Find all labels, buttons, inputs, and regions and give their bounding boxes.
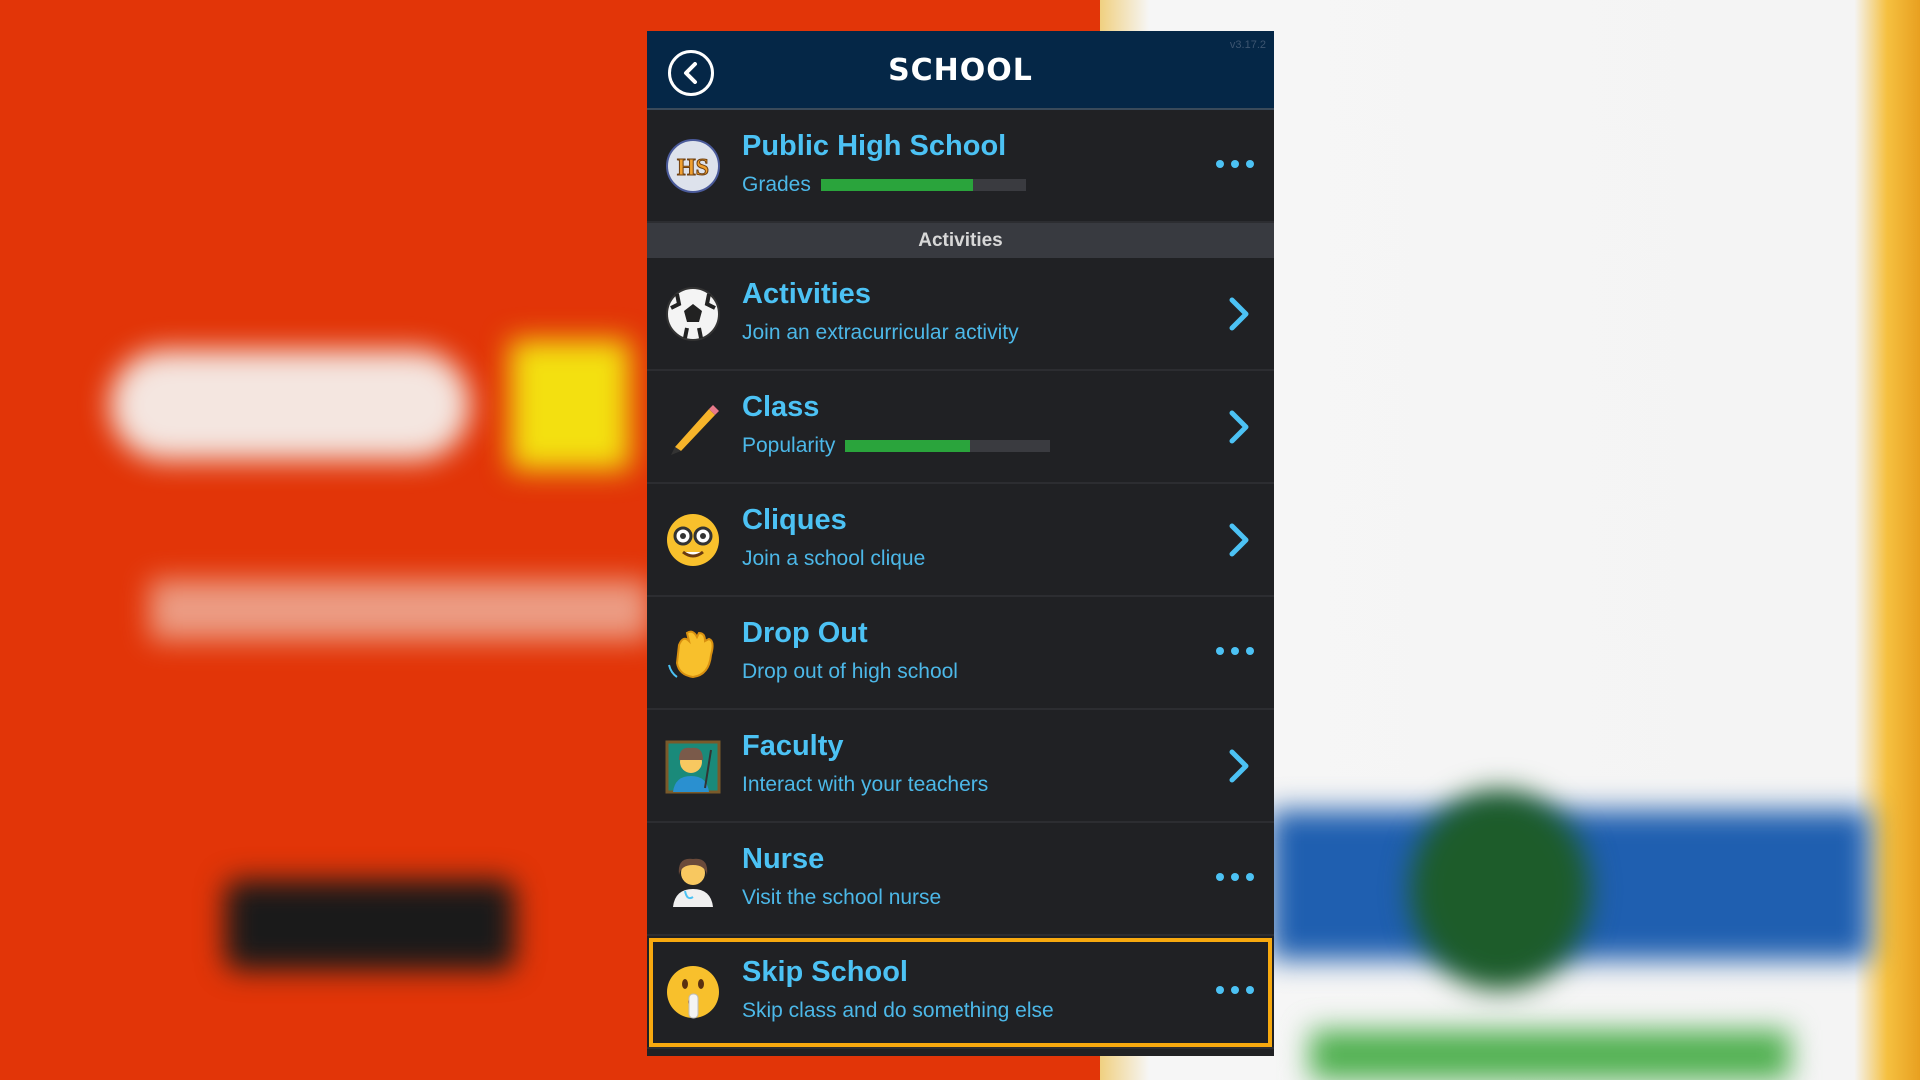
grades-bar (820, 179, 1026, 191)
item-title: Skip School (742, 956, 908, 988)
list-item-faculty[interactable]: Faculty Interact with your teachers (647, 710, 1274, 823)
soccer-ball-icon (666, 287, 720, 341)
list-item-class[interactable]: Class Popularity (647, 371, 1274, 484)
pencil-icon (671, 405, 719, 455)
school-badge-icon: HS (666, 139, 720, 193)
school-badge-text: HS (677, 155, 709, 181)
blurred-logo (110, 350, 470, 460)
section-header: Activities (647, 223, 1274, 258)
item-subtitle: Interact with your teachers (742, 773, 989, 796)
blurred-store-badge (225, 880, 515, 970)
teacher-icon (665, 740, 721, 794)
chevron-right-icon[interactable] (1228, 409, 1250, 445)
chevron-right-icon[interactable] (1228, 522, 1250, 558)
more-options-button[interactable] (1216, 986, 1254, 994)
header: SCHOOL v3.17.2 (647, 31, 1274, 110)
item-subtitle: Skip class and do something else (742, 999, 1054, 1022)
school-row[interactable]: HS Public High School Grades (647, 110, 1274, 223)
chevron-right-icon[interactable] (1228, 748, 1250, 784)
page-title: SCHOOL (888, 53, 1033, 88)
activity-list: Activities Join an extracurricular activi… (647, 258, 1274, 1049)
popularity-bar (845, 440, 1051, 452)
item-title: Class (742, 391, 820, 423)
grades-label: Grades (742, 173, 811, 196)
item-title: Nurse (742, 843, 825, 875)
shushing-face-icon (667, 966, 719, 1019)
list-item-activities[interactable]: Activities Join an extracurricular activi… (647, 258, 1274, 371)
version-label: v3.17.2 (1229, 39, 1266, 51)
item-title: Activities (742, 278, 871, 310)
chevron-right-icon[interactable] (1228, 296, 1250, 332)
nurse-icon (673, 858, 713, 907)
blurred-circle (1410, 790, 1590, 990)
school-panel: SCHOOL v3.17.2 HS Public High School Gra… (647, 31, 1274, 1056)
item-subtitle: Drop out of high school (742, 660, 958, 683)
more-options-button[interactable] (1216, 647, 1254, 655)
school-name: Public High School (742, 130, 1007, 162)
item-subtitle: Popularity (742, 434, 836, 457)
list-item-nurse[interactable]: Nurse Visit the school nurse (647, 823, 1274, 936)
item-subtitle: Join an extracurricular activity (742, 321, 1019, 344)
item-title: Cliques (742, 504, 847, 536)
more-options-button[interactable] (1216, 873, 1254, 881)
nerd-face-icon (667, 514, 719, 566)
list-item-cliques[interactable]: Cliques Join a school clique (647, 484, 1274, 597)
list-item-drop-out[interactable]: Drop Out Drop out of high school (647, 597, 1274, 710)
item-title: Faculty (742, 730, 844, 762)
waving-hand-icon (668, 630, 714, 679)
item-subtitle: Visit the school nurse (742, 886, 942, 909)
more-options-button[interactable] (1216, 160, 1254, 168)
item-subtitle: Join a school clique (742, 547, 926, 570)
blurred-button (1310, 1030, 1790, 1080)
blurred-tagline (150, 580, 650, 640)
blurred-logo-box (510, 340, 630, 470)
item-title: Drop Out (742, 617, 868, 649)
list-item-skip-school[interactable]: Skip School Skip class and do something e… (647, 936, 1274, 1049)
